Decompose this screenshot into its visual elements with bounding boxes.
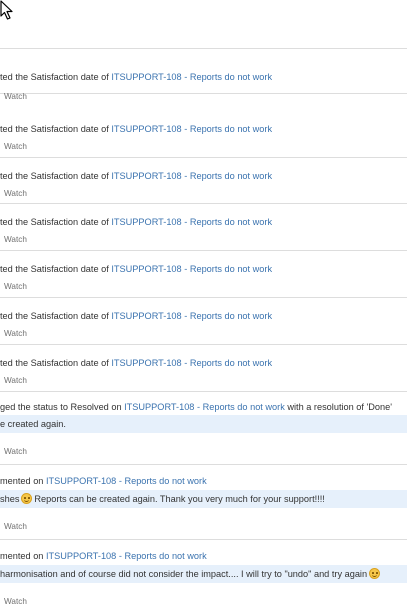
activity-headline: ted the Satisfaction date of ITSUPPORT-1… (0, 263, 272, 275)
activity-headline: ted the Satisfaction date of ITSUPPORT-1… (0, 71, 272, 83)
comment-text: shes (0, 494, 20, 504)
issue-key-link[interactable]: ITSUPPORT-108 (124, 402, 194, 412)
activity-headline: ged the status to Resolved on ITSUPPORT-… (0, 401, 392, 413)
activity-item: ted the Satisfaction date of ITSUPPORT-1… (0, 251, 407, 298)
comment-text: harmonisation and of course did not cons… (0, 569, 368, 579)
issue-title-link[interactable]: - Reports do not work (182, 264, 272, 274)
activity-resolution-text: with a resolution of 'Done' (284, 402, 392, 412)
activity-action-text: ted the Satisfaction date of (0, 311, 112, 321)
watch-link[interactable]: Watch (0, 282, 27, 292)
activity-item: ted the Satisfaction date of ITSUPPORT-1… (0, 204, 407, 251)
comment-excerpt: e created again. (0, 415, 407, 433)
watch-link[interactable]: Watch (0, 376, 27, 386)
comment-text: e created again. (0, 419, 66, 429)
activity-item: mented on ITSUPPORT-108 - Reports do not… (0, 540, 407, 606)
issue-key-link[interactable]: ITSUPPORT-108 (111, 171, 181, 181)
smiley-icon (21, 493, 33, 504)
activity-item: mented on ITSUPPORT-108 - Reports do not… (0, 465, 407, 540)
issue-title-link[interactable]: - Reports do not work (182, 358, 272, 368)
activity-action-text: ted the Satisfaction date of (0, 358, 112, 368)
watch-link[interactable]: Watch (0, 329, 27, 339)
comment-text-continued: Reports can be created again. Thank you … (34, 494, 325, 504)
activity-action-text: ged the status to Resolved on (0, 402, 125, 412)
activity-item: ted the Satisfaction date of ITSUPPORT-1… (0, 298, 407, 345)
activity-action-text: ted the Satisfaction date of (0, 72, 112, 82)
issue-title-link[interactable]: - Reports do not work (182, 171, 272, 181)
activity-headline: mented on ITSUPPORT-108 - Reports do not… (0, 475, 207, 487)
activity-item: ted the Satisfaction date of ITSUPPORT-1… (0, 94, 407, 158)
issue-title-link[interactable]: - Reports do not work (182, 311, 272, 321)
activity-action-text: mented on (0, 551, 46, 561)
activity-headline: ted the Satisfaction date of ITSUPPORT-1… (0, 170, 272, 182)
issue-key-link[interactable]: ITSUPPORT-108 (111, 72, 181, 82)
issue-key-link[interactable]: ITSUPPORT-108 (111, 358, 181, 368)
watch-link[interactable]: Watch (0, 447, 27, 457)
activity-item: ted the Satisfaction date of ITSUPPORT-1… (0, 48, 407, 101)
activity-action-text: ted the Satisfaction date of (0, 264, 112, 274)
activity-action-text: mented on (0, 476, 46, 486)
activity-headline: ted the Satisfaction date of ITSUPPORT-1… (0, 123, 272, 135)
issue-title-link[interactable]: - Reports do not work (116, 476, 207, 486)
issue-title-link[interactable]: - Reports do not work (182, 217, 272, 227)
mouse-pointer-icon (0, 0, 13, 20)
issue-key-link[interactable]: ITSUPPORT-108 (111, 124, 181, 134)
activity-item: ted the Satisfaction date of ITSUPPORT-1… (0, 158, 407, 204)
issue-key-link[interactable]: ITSUPPORT-108 (46, 476, 116, 486)
activity-action-text: ted the Satisfaction date of (0, 217, 112, 227)
issue-key-link[interactable]: ITSUPPORT-108 (46, 551, 116, 561)
issue-title-link[interactable]: - Reports do not work (116, 551, 207, 561)
activity-item: ted the Satisfaction date of ITSUPPORT-1… (0, 345, 407, 392)
issue-title-link[interactable]: - Reports do not work (194, 402, 285, 412)
smiley-icon (369, 568, 381, 579)
comment-excerpt: shes Reports can be created again. Thank … (0, 490, 407, 508)
watch-link[interactable]: Watch (0, 235, 27, 245)
issue-key-link[interactable]: ITSUPPORT-108 (111, 311, 181, 321)
issue-key-link[interactable]: ITSUPPORT-108 (111, 264, 181, 274)
activity-action-text: ted the Satisfaction date of (0, 171, 112, 181)
watch-link[interactable]: Watch (0, 522, 27, 532)
watch-link[interactable]: Watch (0, 142, 27, 152)
activity-headline: ted the Satisfaction date of ITSUPPORT-1… (0, 216, 272, 228)
watch-link[interactable]: Watch (0, 597, 27, 607)
activity-action-text: ted the Satisfaction date of (0, 124, 112, 134)
issue-title-link[interactable]: - Reports do not work (182, 72, 272, 82)
activity-headline: mented on ITSUPPORT-108 - Reports do not… (0, 550, 207, 562)
activity-item: ged the status to Resolved on ITSUPPORT-… (0, 392, 407, 465)
issue-key-link[interactable]: ITSUPPORT-108 (111, 217, 181, 227)
comment-excerpt: harmonisation and of course did not cons… (0, 565, 407, 583)
activity-headline: ted the Satisfaction date of ITSUPPORT-1… (0, 357, 272, 369)
issue-title-link[interactable]: - Reports do not work (182, 124, 272, 134)
activity-stream: ted the Satisfaction date of ITSUPPORT-1… (0, 48, 407, 606)
watch-link[interactable]: Watch (0, 189, 27, 199)
activity-headline: ted the Satisfaction date of ITSUPPORT-1… (0, 310, 272, 322)
